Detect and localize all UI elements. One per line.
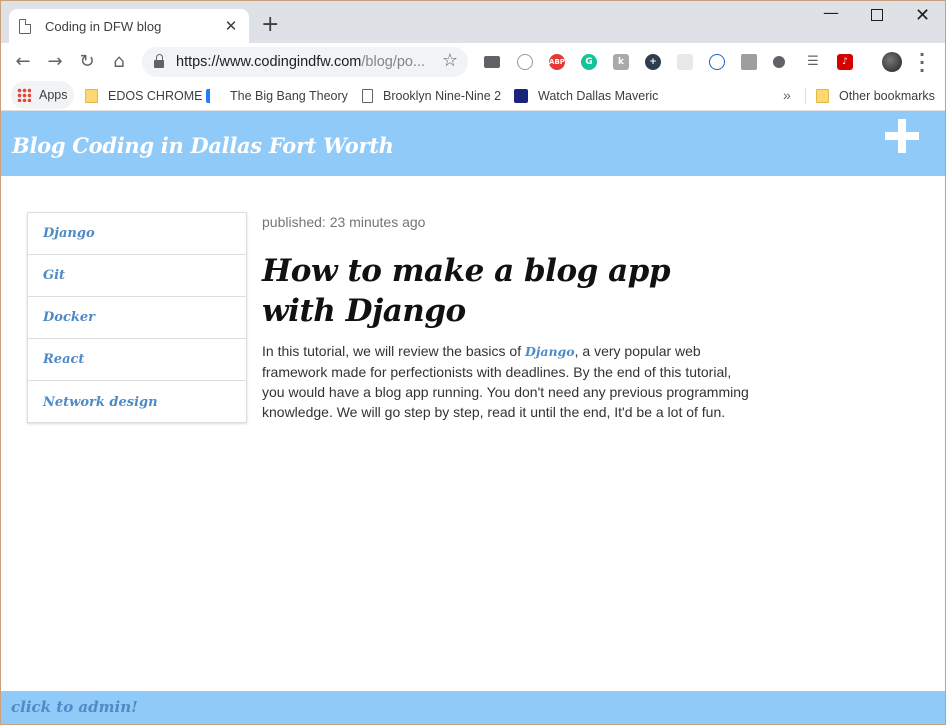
menu-icon[interactable]: · · · — [919, 47, 925, 79]
plus-icon[interactable] — [885, 119, 919, 153]
music-extension-icon[interactable]: ♪ — [837, 54, 853, 70]
browser-toolbar: ← → ↻ ⌂ https://www.codingindfw.com/blog… — [1, 43, 945, 81]
close-window-icon[interactable]: ✕ — [915, 5, 930, 26]
admin-link[interactable]: click to admin! — [11, 698, 138, 716]
active-tab[interactable]: Coding in DFW blog ✕ — [9, 9, 249, 43]
extension-icon[interactable]: k — [613, 54, 629, 70]
browser-window: Coding in DFW blog ✕ + — ✕ ← → ↻ ⌂ https… — [0, 0, 946, 725]
folder-icon — [85, 89, 98, 103]
bookmarks-divider — [805, 88, 806, 104]
back-arrow-icon[interactable]: ← — [10, 49, 36, 75]
post-title: How to make a blog app with Django — [262, 253, 671, 329]
tab-title: Coding in DFW blog — [45, 18, 162, 34]
sidebar-item-docker[interactable]: Docker — [28, 297, 246, 339]
sidebar-item-django[interactable]: Django — [28, 213, 246, 255]
home-icon[interactable]: ⌂ — [106, 49, 132, 75]
bookmarks-bar: Apps EDOS CHROME The Big Bang Theory Bro… — [1, 81, 945, 111]
profile-avatar[interactable] — [882, 52, 902, 72]
minimize-icon[interactable]: — — [823, 3, 839, 22]
published-date: published: 23 minutes ago — [262, 214, 426, 230]
page-icon — [362, 89, 373, 103]
folder-icon — [816, 89, 829, 103]
bookmark-item[interactable]: EDOS CHROME — [85, 86, 202, 106]
lock-icon — [154, 54, 164, 68]
apps-grid-icon — [17, 88, 31, 102]
drive-icon[interactable] — [741, 54, 757, 70]
more-bookmarks-icon[interactable]: » — [783, 85, 791, 105]
page-icon — [19, 18, 31, 34]
forward-arrow-icon[interactable]: → — [42, 49, 68, 75]
mail-extension-icon[interactable] — [484, 56, 500, 68]
extension-icon[interactable]: + — [645, 54, 661, 70]
sidebar-item-network-design[interactable]: Network design — [28, 381, 246, 423]
site-header: Blog Coding in Dallas Fort Worth — [1, 111, 945, 176]
grammarly-icon[interactable]: G — [581, 54, 597, 70]
address-bar[interactable]: https://www.codingindfw.com/blog/po... ☆ — [142, 47, 468, 77]
reload-icon[interactable]: ↻ — [74, 49, 100, 75]
bulb-icon[interactable] — [773, 56, 785, 68]
sidebar-item-react[interactable]: React — [28, 339, 246, 381]
extension-icon[interactable] — [517, 54, 533, 70]
nba-favicon-icon — [514, 89, 528, 103]
maximize-icon[interactable] — [871, 9, 883, 21]
new-tab-button[interactable]: + — [261, 13, 279, 37]
django-link[interactable]: Django — [525, 344, 575, 359]
bookmark-item[interactable]: Brooklyn Nine-Nine 2 — [362, 86, 501, 106]
extension-icon[interactable] — [709, 54, 725, 70]
adblock-icon[interactable]: ABP — [549, 54, 565, 70]
tab-close-icon[interactable]: ✕ — [223, 17, 239, 35]
extension-icon[interactable] — [677, 54, 693, 70]
post-body: In this tutorial, we will review the bas… — [262, 343, 749, 420]
other-bookmarks[interactable]: Other bookmarks — [816, 86, 935, 106]
site-footer: click to admin! — [1, 691, 945, 724]
site-favicon-icon — [206, 89, 220, 103]
list-icon[interactable]: ☰ — [805, 54, 821, 70]
bookmark-item[interactable]: Watch Dallas Maveric — [514, 86, 658, 106]
category-sidebar: Django Git Docker React Network design — [27, 212, 247, 423]
bookmark-star-icon[interactable]: ☆ — [442, 50, 458, 71]
url-text: https://www.codingindfw.com/blog/po... — [176, 54, 426, 70]
bookmark-item[interactable]: The Big Bang Theory — [206, 86, 348, 106]
apps-bookmark[interactable]: Apps — [11, 81, 74, 109]
site-title[interactable]: Blog Coding in Dallas Fort Worth — [12, 133, 394, 158]
sidebar-item-git[interactable]: Git — [28, 255, 246, 297]
tab-strip: Coding in DFW blog ✕ + — ✕ — [1, 1, 945, 43]
